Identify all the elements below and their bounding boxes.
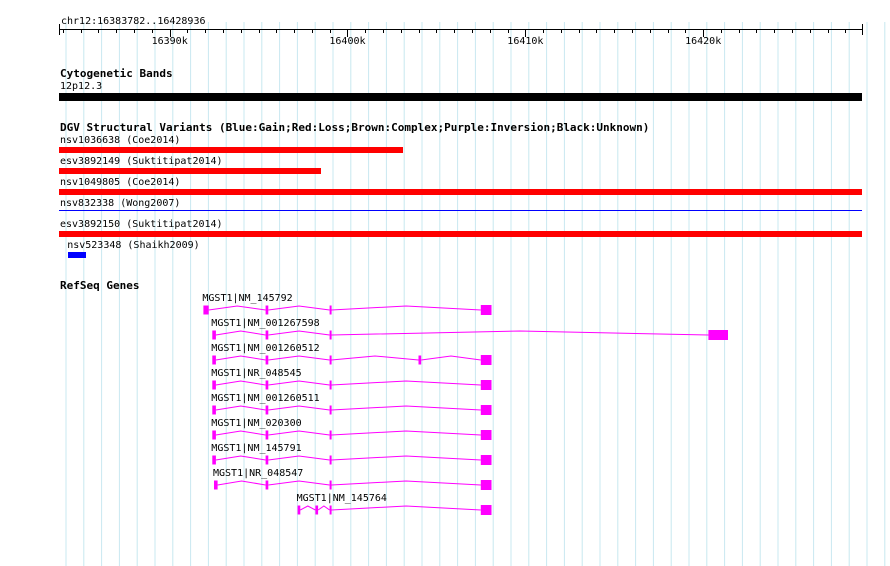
gene-exon <box>329 480 332 490</box>
gene-exon <box>329 455 332 465</box>
gene-label: MGST1|NM_020300 <box>211 418 302 429</box>
gene-model[interactable] <box>212 455 492 465</box>
gene-label: MGST1|NM_001267598 <box>211 318 320 329</box>
gene-intron <box>215 330 266 336</box>
gene-intron <box>331 455 481 461</box>
gene-exon <box>212 430 216 440</box>
gene-intron <box>268 305 330 311</box>
gene-exon <box>480 505 492 515</box>
gene-intron <box>268 380 330 386</box>
gene-exon <box>265 405 269 415</box>
gene-intron <box>215 380 266 386</box>
gene-intron <box>331 430 481 436</box>
gene-exon <box>265 455 269 465</box>
gene-intron <box>208 305 266 311</box>
gene-intron <box>317 505 330 511</box>
gene-label: MGST1|NM_145792 <box>202 293 293 304</box>
gene-exon <box>203 305 209 315</box>
gene-exon <box>329 405 332 415</box>
gene-model[interactable] <box>214 480 492 490</box>
gene-label: MGST1|NM_145764 <box>296 493 387 504</box>
gene-label: MGST1|NR_048547 <box>213 468 304 479</box>
gene-exon <box>297 505 301 515</box>
gene-exon <box>480 455 492 465</box>
gene-model[interactable] <box>212 330 728 340</box>
gene-intron <box>217 480 266 486</box>
gene-intron <box>331 405 481 411</box>
gene-exon <box>329 380 332 390</box>
gene-intron <box>331 380 481 386</box>
gene-intron <box>300 505 316 511</box>
gene-label: MGST1|NM_001260511 <box>211 393 320 404</box>
gene-exon <box>212 380 216 390</box>
gene-model[interactable] <box>297 505 492 515</box>
gene-exon <box>214 480 218 490</box>
gene-intron <box>421 355 481 361</box>
gene-intron <box>215 430 266 436</box>
gene-exon <box>212 330 216 340</box>
gene-exon <box>329 430 332 440</box>
gene-exon <box>315 505 319 515</box>
gene-exon <box>329 505 332 515</box>
gene-label: MGST1|NR_048545 <box>211 368 302 379</box>
gene-exon <box>265 355 269 365</box>
gene-exon <box>480 305 492 315</box>
gene-model[interactable] <box>212 430 492 440</box>
gene-exon <box>265 480 269 490</box>
gene-exon <box>480 355 492 365</box>
gene-intron <box>215 405 266 411</box>
gene-exon <box>265 430 269 440</box>
gene-intron <box>215 455 266 461</box>
gene-intron <box>268 355 330 361</box>
gene-intron <box>268 405 330 411</box>
gene-exon <box>480 430 492 440</box>
gene-intron <box>215 355 266 361</box>
gene-exon <box>212 405 216 415</box>
gene-intron <box>268 480 330 486</box>
gene-exon <box>265 380 269 390</box>
gene-intron <box>331 505 481 511</box>
gene-exon <box>329 305 332 315</box>
gene-exon <box>329 355 332 365</box>
gene-exon <box>418 355 422 365</box>
gene-model[interactable] <box>212 380 492 390</box>
gene-exon <box>480 480 492 490</box>
gene-intron <box>331 305 481 311</box>
refseq-gene-models <box>203 305 728 515</box>
gene-exon <box>212 455 216 465</box>
gene-exon <box>480 380 492 390</box>
gene-intron <box>331 330 709 336</box>
gene-exon <box>329 330 332 340</box>
gene-intron <box>268 455 330 461</box>
gene-exon <box>265 305 269 315</box>
gene-model[interactable] <box>212 405 492 415</box>
gene-exon <box>212 355 216 365</box>
gene-exon <box>708 330 728 340</box>
gene-label: MGST1|NM_145791 <box>211 443 302 454</box>
gene-exon <box>480 405 492 415</box>
gene-label: MGST1|NM_001260512 <box>211 343 320 354</box>
gene-intron <box>268 430 330 436</box>
gene-intron <box>331 355 419 361</box>
gene-exon <box>265 330 269 340</box>
gene-intron <box>268 330 330 336</box>
gene-model[interactable] <box>203 305 492 315</box>
gene-intron <box>331 480 481 486</box>
gene-model[interactable] <box>212 355 492 365</box>
